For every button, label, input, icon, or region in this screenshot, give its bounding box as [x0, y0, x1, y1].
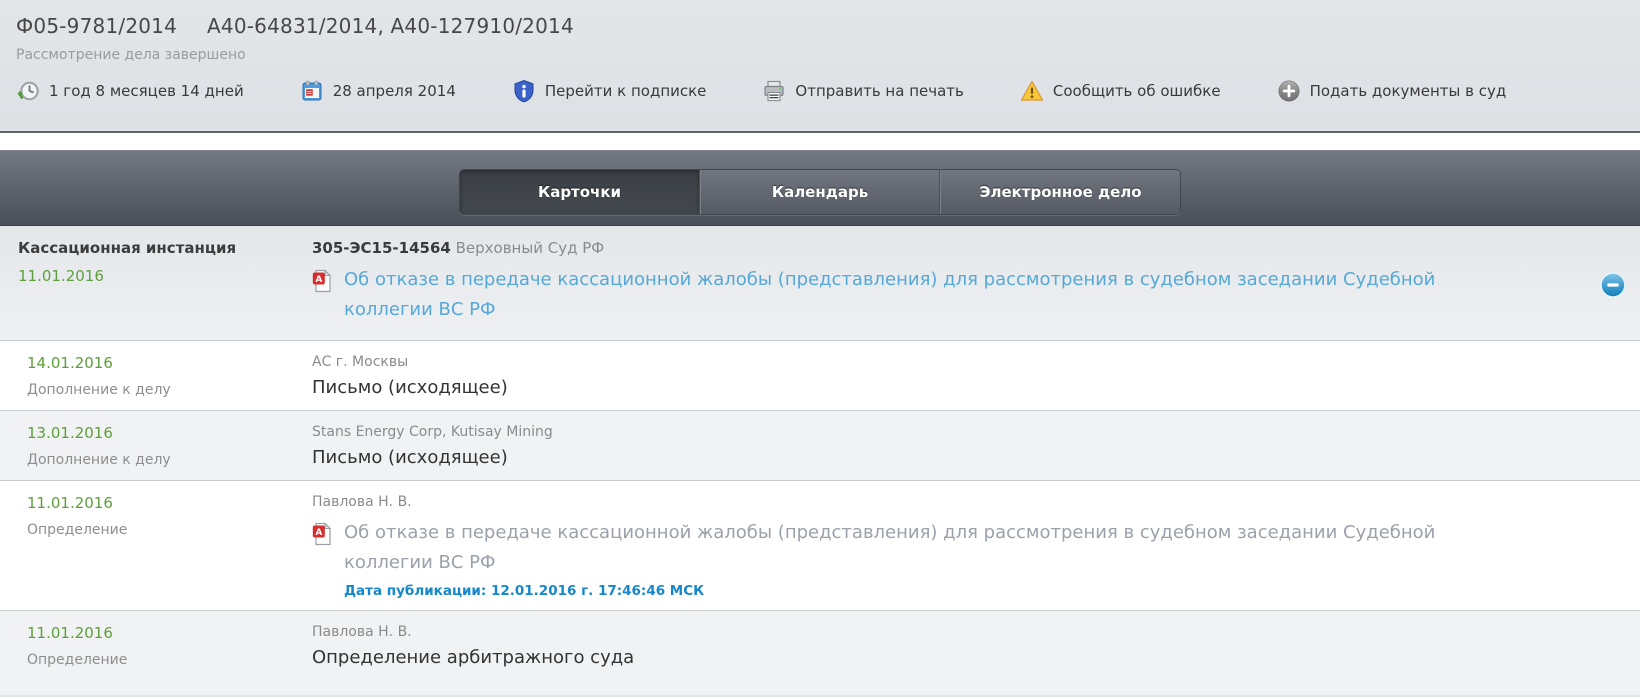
instance-main-column: 305-ЭС15-14564 Верховный Суд РФ A Об отк… — [312, 226, 1640, 340]
court-name: Верховный Суд РФ — [456, 239, 605, 257]
event-date: 11.01.2016 — [27, 494, 312, 512]
plus-circle-icon — [1277, 79, 1301, 103]
instance-left-column: Кассационная инстанция 11.01.2016 — [0, 226, 312, 340]
subscription-button[interactable]: Перейти к подписке — [512, 79, 707, 103]
clock-history-icon — [16, 79, 40, 103]
event-main-column: АС г. Москвы Письмо (исходящее) — [312, 341, 1640, 410]
case-duration-item[interactable]: 1 год 8 месяцев 14 дней — [16, 79, 244, 103]
case-line: 305-ЭС15-14564 Верховный Суд РФ — [312, 239, 1560, 257]
svg-text:A: A — [315, 275, 322, 285]
event-left-column: 14.01.2016 Дополнение к делу — [0, 341, 312, 410]
document-line: A Об отказе в передаче кассационной жало… — [312, 518, 1560, 578]
toolbar: 1 год 8 месяцев 14 дней 28 апреля 2014 П… — [16, 79, 1640, 103]
instance-title: Кассационная инстанция — [18, 239, 312, 257]
event-source: Павлова Н. В. — [312, 624, 1560, 640]
related-case-numbers: А40-64831/2014, А40-127910/2014 — [207, 14, 574, 38]
event-kind: Дополнение к делу — [27, 452, 312, 468]
report-error-label: Сообщить об ошибке — [1053, 82, 1221, 100]
event-source: Павлова Н. В. — [312, 494, 1560, 510]
event-main-column: Stans Energy Corp, Kutisay Mining Письмо… — [312, 411, 1640, 480]
event-kind: Определение — [27, 652, 312, 668]
subscription-label: Перейти к подписке — [545, 82, 707, 100]
event-left-column: 13.01.2016 Дополнение к делу — [0, 411, 312, 480]
document-line: A Об отказе в передаче кассационной жало… — [312, 265, 1560, 325]
event-main-column: Павлова Н. В. A Об отказе в передаче кас… — [312, 481, 1640, 610]
page-title: Ф05-9781/2014 А40-64831/2014, А40-127910/… — [16, 14, 1640, 38]
warning-icon — [1020, 79, 1044, 103]
case-status: Рассмотрение дела завершено — [16, 47, 1640, 63]
svg-text:A: A — [315, 528, 322, 538]
submit-documents-button[interactable]: Подать документы в суд — [1277, 79, 1507, 103]
event-source: Stans Energy Corp, Kutisay Mining — [312, 424, 1560, 440]
document-link[interactable]: Об отказе в передаче кассационной жалобы… — [344, 265, 1519, 325]
tab-bar: Карточки Календарь Электронное дело — [0, 150, 1640, 226]
case-chronology: Кассационная инстанция 11.01.2016 305-ЭС… — [0, 226, 1640, 697]
event-kind: Определение — [27, 522, 312, 538]
pdf-icon[interactable]: A — [312, 269, 332, 293]
event-main-column: Павлова Н. В. Определение арбитражного с… — [312, 611, 1640, 695]
print-button[interactable]: Отправить на печать — [762, 79, 963, 103]
event-date: 14.01.2016 — [27, 354, 312, 372]
report-error-button[interactable]: Сообщить об ошибке — [1020, 79, 1221, 103]
print-label: Отправить на печать — [795, 82, 963, 100]
case-event-row: 11.01.2016 Определение Павлова Н. В. A О… — [0, 481, 1640, 611]
event-document-title: Письмо (исходящее) — [312, 377, 1560, 398]
divider-strip — [0, 133, 1640, 150]
event-document-title: Определение арбитражного суда — [312, 647, 1560, 668]
minus-circle-icon[interactable] — [1599, 271, 1627, 299]
event-source: АС г. Москвы — [312, 354, 1560, 370]
event-kind: Дополнение к делу — [27, 382, 312, 398]
case-event-row: 11.01.2016 Определение Павлова Н. В. Опр… — [0, 611, 1640, 697]
event-left-column: 11.01.2016 Определение — [0, 611, 312, 695]
tab-electronic-case[interactable]: Электронное дело — [940, 170, 1180, 214]
calendar-icon — [300, 79, 324, 103]
tab-calendar[interactable]: Календарь — [700, 170, 940, 214]
supreme-case-number: 305-ЭС15-14564 — [312, 239, 451, 257]
printer-icon — [762, 79, 786, 103]
registration-date-label: 28 апреля 2014 — [333, 82, 456, 100]
instance-row-cassation: Кассационная инстанция 11.01.2016 305-ЭС… — [0, 226, 1640, 341]
event-date: 13.01.2016 — [27, 424, 312, 442]
shield-info-icon — [512, 79, 536, 103]
tab-cards[interactable]: Карточки — [460, 170, 700, 214]
case-duration-label: 1 год 8 месяцев 14 дней — [49, 82, 244, 100]
event-left-column: 11.01.2016 Определение — [0, 481, 312, 610]
case-header: Ф05-9781/2014 А40-64831/2014, А40-127910/… — [0, 0, 1640, 133]
tab-group: Карточки Календарь Электронное дело — [459, 169, 1181, 215]
event-document-title: Письмо (исходящее) — [312, 447, 1560, 468]
case-event-row: 13.01.2016 Дополнение к делу Stans Energ… — [0, 411, 1640, 481]
case-number: Ф05-9781/2014 — [16, 14, 177, 38]
instance-date: 11.01.2016 — [18, 267, 312, 285]
case-event-row: 14.01.2016 Дополнение к делу АС г. Москв… — [0, 341, 1640, 411]
registration-date-item[interactable]: 28 апреля 2014 — [300, 79, 456, 103]
submit-documents-label: Подать документы в суд — [1310, 82, 1507, 100]
pdf-icon[interactable]: A — [312, 522, 332, 546]
document-link[interactable]: Об отказе в передаче кассационной жалобы… — [344, 518, 1519, 578]
event-date: 11.01.2016 — [27, 624, 312, 642]
publication-date: Дата публикации: 12.01.2016 г. 17:46:46 … — [344, 583, 1560, 599]
